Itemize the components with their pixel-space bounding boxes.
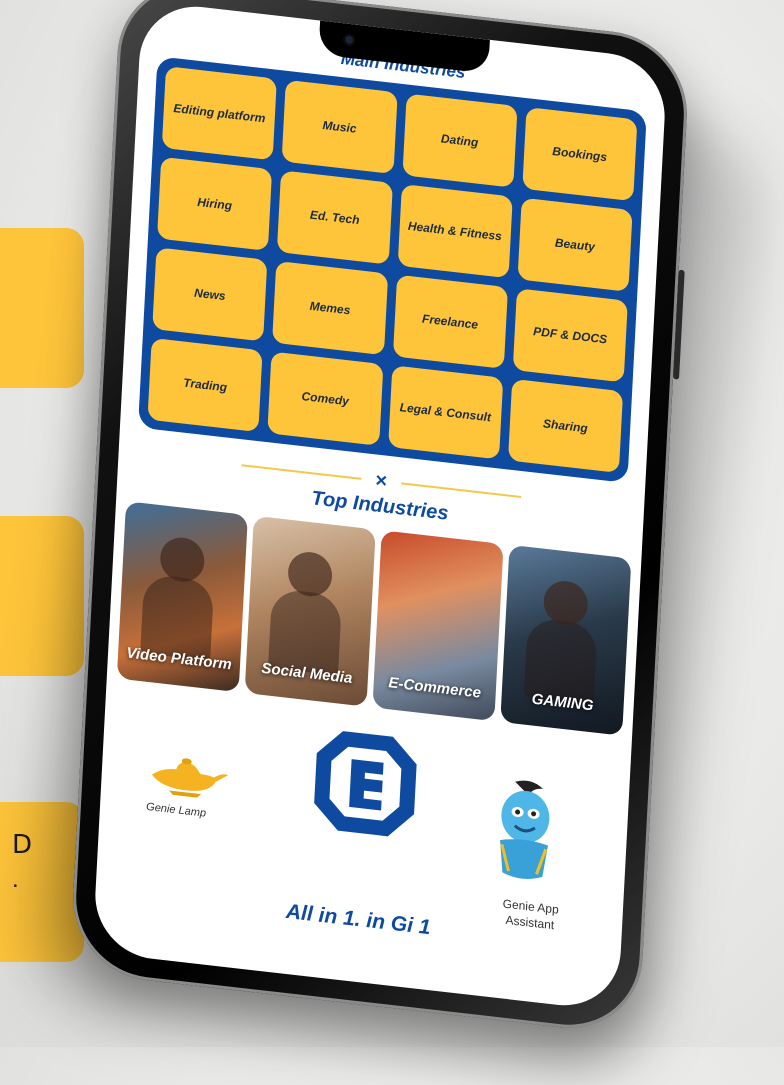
close-x-icon: × [374,469,388,493]
main-industries-grid: Editing platform Music Dating Bookings H… [138,56,647,484]
industry-tile[interactable]: Music [281,79,398,175]
industry-tile[interactable]: Freelance [392,274,508,369]
divider-line-right [401,482,522,498]
card-label: E-Commerce [388,673,482,702]
industry-tile[interactable]: Memes [272,260,388,356]
industry-tile[interactable]: Editing platform [161,66,278,161]
gi1-logo-icon [314,731,417,837]
phone-mockup: Main Industries Editing platform Music D… [69,0,691,1037]
industry-tile[interactable]: Ed. Tech [277,170,393,265]
industry-tile[interactable]: Dating [401,93,518,188]
divider-line-left [241,464,362,480]
bottom-section: Genie Lamp Genie App Assistant All in 1.… [93,683,631,992]
card-video-platform[interactable]: Video Platform [116,501,248,693]
side-card-text-2: . [12,866,19,893]
side-card-1 [0,228,84,388]
industry-tile[interactable]: Trading [147,337,263,433]
genie-lamp-label: Genie Lamp [145,800,207,820]
genie-assistant-icon[interactable] [480,772,570,891]
industry-tile[interactable]: Hiring [156,156,273,251]
industry-tile[interactable]: Beauty [517,197,633,292]
industry-tile[interactable]: Bookings [522,107,638,202]
industry-tile[interactable]: Legal & Consult [387,365,504,460]
industry-tile[interactable]: Sharing [507,378,624,474]
genie-lamp-icon[interactable] [141,744,233,804]
card-gaming[interactable]: GAMING [500,544,632,736]
side-card-text: D [12,830,33,860]
card-social-media[interactable]: Social Media [244,515,376,707]
card-e-commerce[interactable]: E-Commerce [372,530,504,722]
industry-tile[interactable]: News [152,247,268,342]
industry-tile[interactable]: Health & Fitness [397,183,513,279]
camera-icon [342,33,356,47]
phone-screen: Main Industries Editing platform Music D… [92,0,668,1012]
industry-tile[interactable]: Comedy [267,351,383,446]
industry-tile[interactable]: PDF & DOCS [512,288,628,383]
